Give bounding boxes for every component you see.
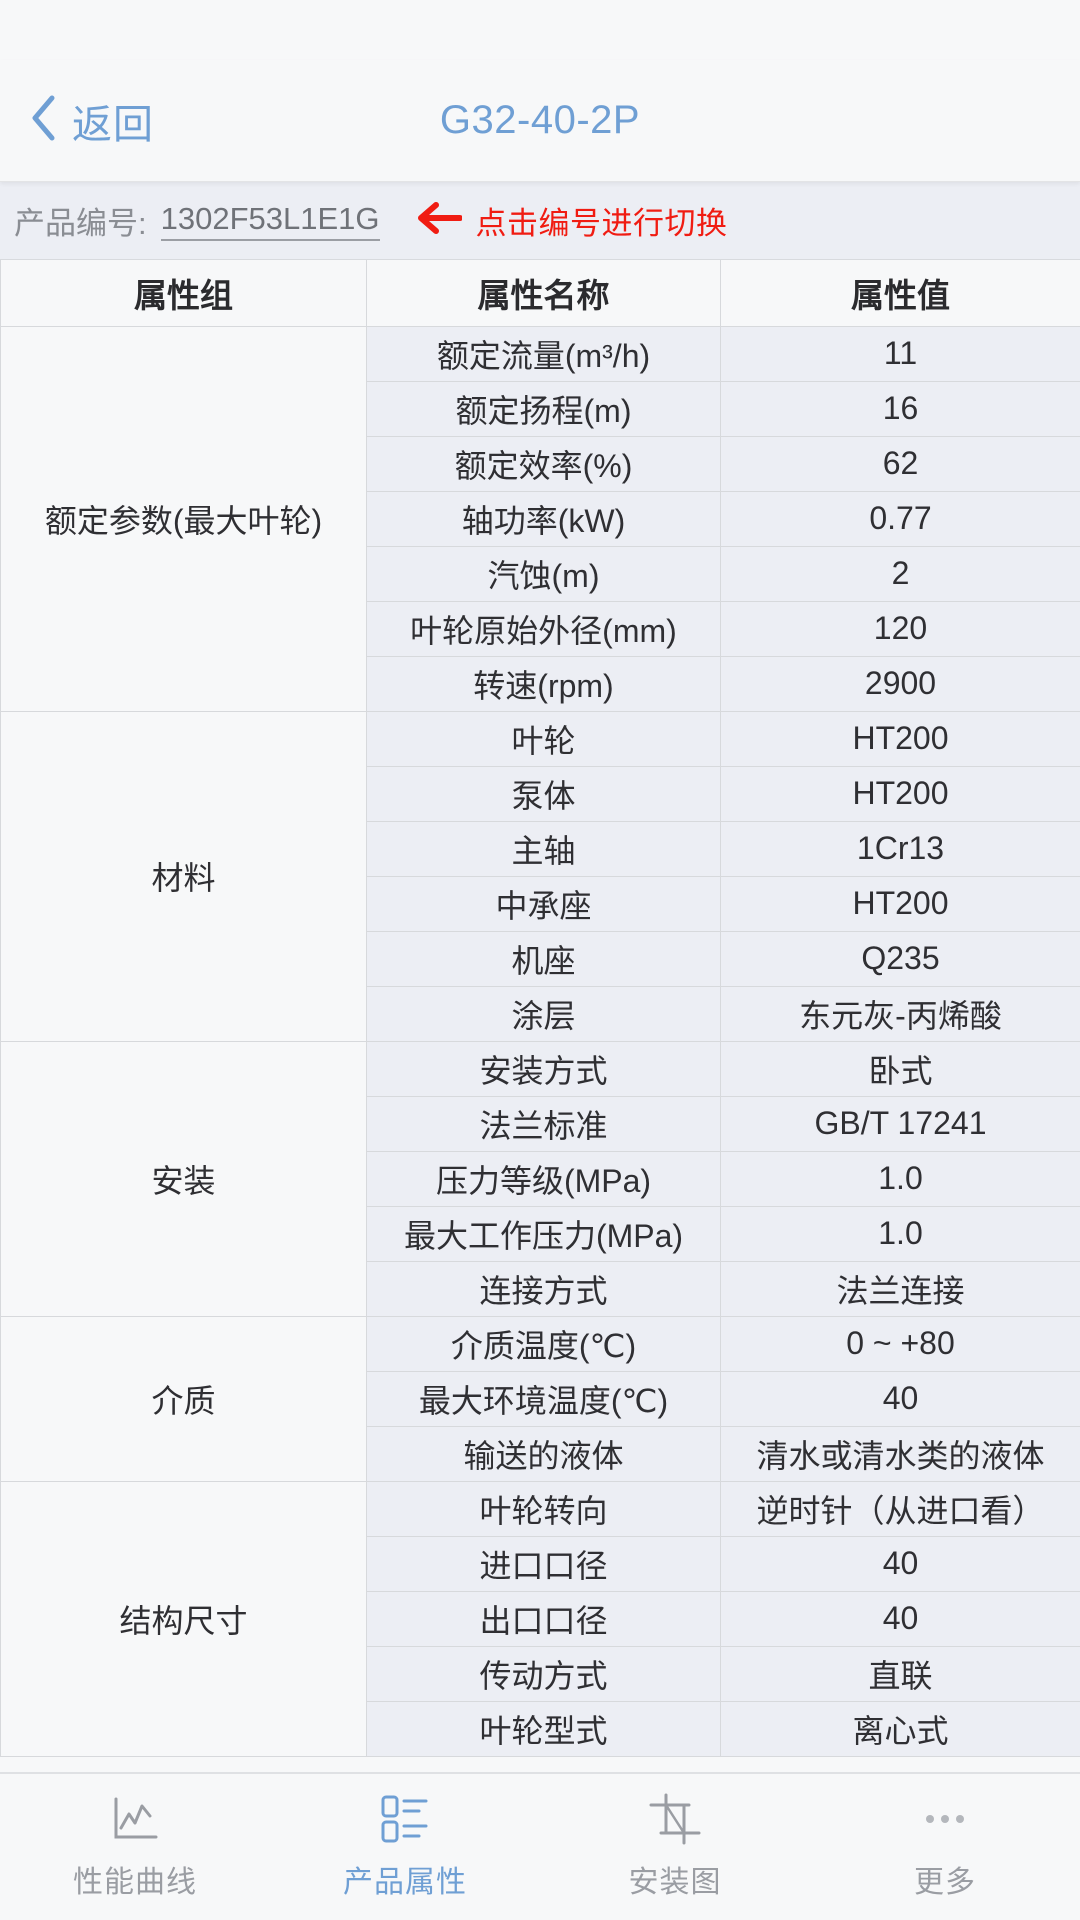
attribute-value-cell: 0.77 xyxy=(720,490,1080,547)
attribute-value-cell: 离心式 xyxy=(720,1700,1080,1757)
attribute-name-cell: 涂层 xyxy=(366,985,721,1042)
attributes-table-container[interactable]: 属性组 属性名称 属性值 额定参数(最大叶轮) 额定流量(m³/h) 11 额定扬程(… xyxy=(0,260,1080,1772)
attribute-name-cell: 额定扬程(m) xyxy=(366,380,721,437)
status-bar xyxy=(0,0,1080,60)
arrow-left-icon xyxy=(416,201,463,240)
attributes-table: 属性组 属性名称 属性值 额定参数(最大叶轮) 额定流量(m³/h) 11 额定扬程(… xyxy=(0,260,1080,1757)
attribute-value-cell: 东元灰-丙烯酸 xyxy=(720,985,1080,1042)
attribute-name-cell: 出口口径 xyxy=(366,1590,721,1647)
back-label: 返回 xyxy=(72,102,154,147)
attribute-name-cell: 连接方式 xyxy=(366,1260,721,1317)
attribute-name-cell: 安装方式 xyxy=(366,1040,721,1097)
attribute-value-cell: HT200 xyxy=(720,710,1080,767)
back-button[interactable]: 返回 xyxy=(0,92,154,150)
page-title: G32-40-2P xyxy=(439,98,641,142)
attribute-name-cell: 输送的液体 xyxy=(366,1425,721,1482)
attribute-value-cell: 120 xyxy=(720,600,1080,657)
attribute-name-cell: 额定效率(%) xyxy=(366,435,721,492)
attribute-value-cell: 40 xyxy=(720,1535,1080,1592)
crop-drawing-icon xyxy=(649,1793,701,1845)
attribute-name-cell: 泵体 xyxy=(366,765,721,822)
attribute-name-cell: 叶轮原始外径(mm) xyxy=(366,600,721,657)
table-row: 安装 安装方式 卧式 xyxy=(0,1040,1080,1317)
attribute-value-cell: 1.0 xyxy=(720,1150,1080,1207)
chevron-left-icon xyxy=(28,94,58,147)
tab-performance-curve[interactable]: 性能曲线 xyxy=(0,1774,270,1920)
attribute-group-cell: 介质 xyxy=(0,1315,367,1482)
header-attribute-group: 属性组 xyxy=(0,260,367,327)
table-header: 属性组 属性名称 属性值 xyxy=(0,260,1080,327)
attribute-name-cell: 额定流量(m³/h) xyxy=(366,325,721,382)
tab-more[interactable]: 更多 xyxy=(810,1774,1080,1920)
attribute-value-cell: HT200 xyxy=(720,765,1080,822)
attribute-name-cell: 叶轮型式 xyxy=(366,1700,721,1757)
list-attributes-icon xyxy=(379,1793,431,1845)
header-attribute-name: 属性名称 xyxy=(366,260,721,327)
attribute-name-cell: 传动方式 xyxy=(366,1645,721,1702)
table-header-row: 属性组 属性名称 属性值 xyxy=(0,260,1080,327)
attribute-name-cell: 叶轮转向 xyxy=(366,1480,721,1537)
attribute-value-cell: 40 xyxy=(720,1590,1080,1647)
switch-hint: 点击编号进行切换 xyxy=(416,198,728,243)
navigation-bar: 返回 G32-40-2P xyxy=(0,60,1080,182)
line-chart-icon xyxy=(110,1793,160,1845)
tab-installation-drawing[interactable]: 安装图 xyxy=(540,1774,810,1920)
attribute-name-cell: 最大环境温度(℃) xyxy=(366,1370,721,1427)
attribute-value-cell: 62 xyxy=(720,435,1080,492)
table-body: 额定参数(最大叶轮) 额定流量(m³/h) 11 额定扬程(m) 16 额定效率(%) 62… xyxy=(0,325,1080,1757)
attribute-value-cell: 1Cr13 xyxy=(720,820,1080,877)
attribute-name-cell: 介质温度(℃) xyxy=(366,1315,721,1372)
attribute-name-cell: 中承座 xyxy=(366,875,721,932)
switch-hint-text: 点击编号进行切换 xyxy=(475,206,728,241)
attribute-value-cell: GB/T 17241 xyxy=(720,1095,1080,1152)
ellipsis-icon xyxy=(926,1793,964,1845)
attribute-value-cell: 16 xyxy=(720,380,1080,437)
table-row: 材料 叶轮 HT200 xyxy=(0,710,1080,1042)
product-number-bar: 产品编号: 1302F53L1E1G 点击编号进行切换 xyxy=(0,182,1080,260)
attribute-value-cell: 卧式 xyxy=(720,1040,1080,1097)
attribute-group-cell: 材料 xyxy=(0,710,367,1042)
attribute-name-cell: 叶轮 xyxy=(366,710,721,767)
product-number-label: 产品编号: xyxy=(14,206,147,241)
tab-label-performance-curve: 性能曲线 xyxy=(73,1866,197,1899)
tab-label-product-attributes: 产品属性 xyxy=(343,1866,467,1899)
attribute-name-cell: 最大工作压力(MPa) xyxy=(366,1205,721,1262)
attribute-value-cell: Q235 xyxy=(720,930,1080,987)
product-number-value[interactable]: 1302F53L1E1G xyxy=(160,201,380,241)
attribute-group-cell: 结构尺寸 xyxy=(0,1480,367,1757)
attribute-name-cell: 法兰标准 xyxy=(366,1095,721,1152)
attribute-name-cell: 主轴 xyxy=(366,820,721,877)
header-attribute-value: 属性值 xyxy=(720,260,1080,327)
attribute-name-cell: 机座 xyxy=(366,930,721,987)
attribute-name-cell: 进口口径 xyxy=(366,1535,721,1592)
attribute-value-cell: 11 xyxy=(720,325,1080,382)
attribute-name-cell: 压力等级(MPa) xyxy=(366,1150,721,1207)
table-row: 介质 介质温度(℃) 0 ~ +80 xyxy=(0,1315,1080,1482)
table-row: 额定参数(最大叶轮) 额定流量(m³/h) 11 xyxy=(0,325,1080,712)
attribute-value-cell: 直联 xyxy=(720,1645,1080,1702)
attribute-value-cell: 2 xyxy=(720,545,1080,602)
attribute-value-cell: 40 xyxy=(720,1370,1080,1427)
attribute-value-cell: 2900 xyxy=(720,655,1080,712)
attribute-name-cell: 汽蚀(m) xyxy=(366,545,721,602)
attribute-group-cell: 额定参数(最大叶轮) xyxy=(0,325,367,712)
attribute-value-cell: 法兰连接 xyxy=(720,1260,1080,1317)
attribute-name-cell: 转速(rpm) xyxy=(366,655,721,712)
tab-product-attributes[interactable]: 产品属性 xyxy=(270,1774,540,1920)
attribute-value-cell: 0 ~ +80 xyxy=(720,1315,1080,1372)
table-row: 结构尺寸 叶轮转向 逆时针（从进口看） xyxy=(0,1480,1080,1757)
attribute-name-cell: 轴功率(kW) xyxy=(366,490,721,547)
attribute-value-cell: 1.0 xyxy=(720,1205,1080,1262)
app-root: 返回 G32-40-2P 产品编号: 1302F53L1E1G 点击编号进行切换… xyxy=(0,0,1080,1920)
bottom-tab-bar: 性能曲线 产品属性 安装图 更多 xyxy=(0,1772,1080,1920)
attribute-group-cell: 安装 xyxy=(0,1040,367,1317)
attribute-value-cell: HT200 xyxy=(720,875,1080,932)
attribute-value-cell: 逆时针（从进口看） xyxy=(720,1480,1080,1537)
tab-label-installation-drawing: 安装图 xyxy=(628,1866,722,1899)
tab-label-more: 更多 xyxy=(914,1866,976,1899)
attribute-value-cell: 清水或清水类的液体 xyxy=(720,1425,1080,1482)
